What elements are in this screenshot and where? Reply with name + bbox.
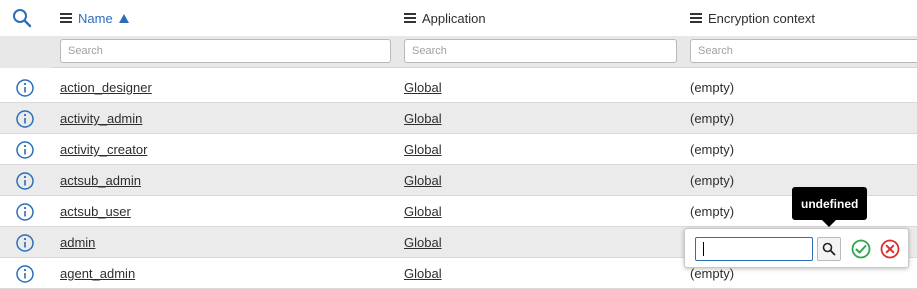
column-header-application[interactable]: Application xyxy=(404,0,486,36)
tooltip-arrow xyxy=(822,220,836,227)
row-encryption-context[interactable]: (empty) xyxy=(690,196,734,227)
row-application-link[interactable]: Global xyxy=(404,196,442,227)
info-icon[interactable] xyxy=(16,265,34,283)
column-menu-icon[interactable] xyxy=(404,13,416,23)
row-encryption-context[interactable]: (empty) xyxy=(690,103,734,134)
column-header-name[interactable]: Name xyxy=(60,0,129,36)
application-search-input[interactable] xyxy=(404,39,677,63)
row-name-link[interactable]: activity_admin xyxy=(60,103,142,134)
info-icon[interactable] xyxy=(16,172,34,190)
row-application-link[interactable]: Global xyxy=(404,72,442,103)
inline-cell-editor xyxy=(684,228,909,268)
encryption-context-search-input[interactable] xyxy=(690,39,917,63)
info-icon[interactable] xyxy=(16,234,34,252)
row-application-link[interactable]: Global xyxy=(404,227,442,258)
row-name-link[interactable]: actsub_admin xyxy=(60,165,141,196)
text-caret xyxy=(703,242,704,256)
info-icon[interactable] xyxy=(16,79,34,97)
filter-row-spacer xyxy=(0,36,52,68)
row-encryption-context[interactable]: (empty) xyxy=(690,72,734,103)
column-label-encryption-context[interactable]: Encryption context xyxy=(708,11,815,26)
name-search-input[interactable] xyxy=(60,39,391,63)
table-row: actsub_admin Global (empty) xyxy=(0,165,917,196)
info-icon[interactable] xyxy=(16,203,34,221)
row-name-link[interactable]: action_designer xyxy=(60,72,152,103)
search-icon xyxy=(13,9,32,28)
row-application-link[interactable]: Global xyxy=(404,258,442,289)
row-name-link[interactable]: agent_admin xyxy=(60,258,135,289)
list-header: Name Application Encryption context xyxy=(0,0,917,36)
table-row: activity_creator Global (empty) xyxy=(0,134,917,165)
magnifier-icon xyxy=(822,242,836,256)
filter-row xyxy=(0,36,917,68)
column-header-encryption-context[interactable]: Encryption context xyxy=(690,0,815,36)
table-row: action_designer Global (empty) xyxy=(0,72,917,103)
encryption-context-edit-input[interactable] xyxy=(695,237,813,261)
check-circle-icon[interactable] xyxy=(851,239,871,259)
row-application-link[interactable]: Global xyxy=(404,103,442,134)
column-menu-icon[interactable] xyxy=(690,13,702,23)
table-row: actsub_user Global (empty) xyxy=(0,196,917,227)
sort-ascending-icon[interactable] xyxy=(118,13,129,23)
tooltip-text: undefined xyxy=(801,196,859,211)
column-label-name[interactable]: Name xyxy=(78,11,113,26)
row-encryption-context[interactable]: (empty) xyxy=(690,134,734,165)
lookup-button[interactable] xyxy=(817,237,841,261)
x-circle-icon[interactable] xyxy=(880,239,900,259)
row-name-link[interactable]: admin xyxy=(60,227,95,258)
row-name-link[interactable]: activity_creator xyxy=(60,134,147,165)
info-icon[interactable] xyxy=(16,141,34,159)
row-encryption-context[interactable]: (empty) xyxy=(690,165,734,196)
tooltip: undefined xyxy=(792,187,868,220)
row-name-link[interactable]: actsub_user xyxy=(60,196,131,227)
column-menu-icon[interactable] xyxy=(60,13,72,23)
search-toggle-button[interactable] xyxy=(0,0,44,36)
info-icon[interactable] xyxy=(16,110,34,128)
table-row: activity_admin Global (empty) xyxy=(0,103,917,134)
column-label-application[interactable]: Application xyxy=(422,11,486,26)
row-application-link[interactable]: Global xyxy=(404,165,442,196)
row-application-link[interactable]: Global xyxy=(404,134,442,165)
